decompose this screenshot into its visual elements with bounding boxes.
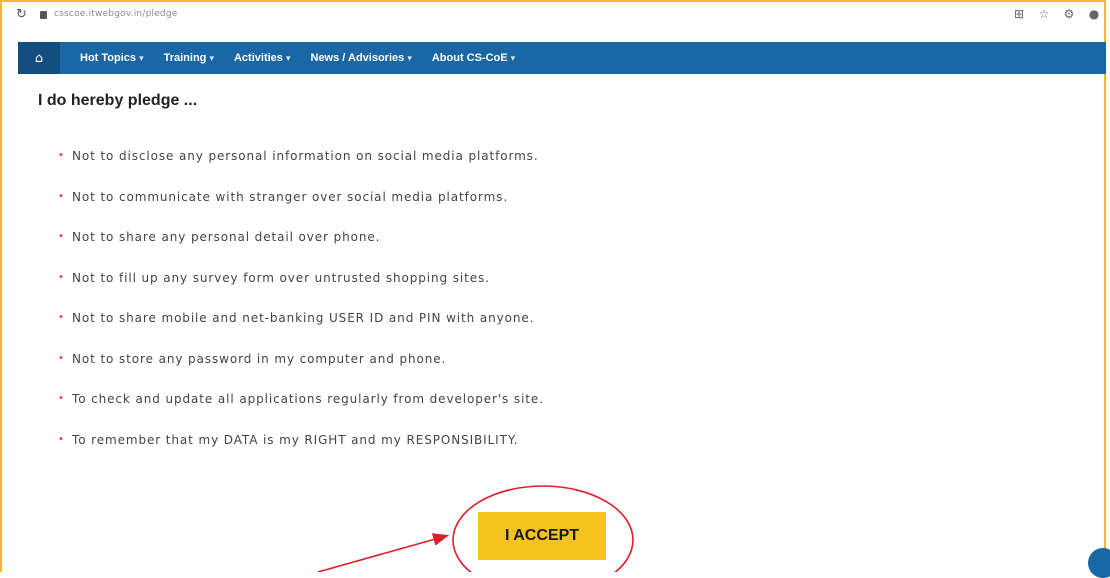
bullet-icon: • — [58, 231, 65, 242]
nav-item-label: Training — [163, 52, 207, 64]
pledge-text: Not to fill up any survey form over untr… — [72, 270, 490, 285]
pledge-text: To remember that my DATA is my RIGHT and… — [72, 432, 519, 447]
pledge-item: • Not to share mobile and net-banking US… — [58, 310, 544, 351]
page-title: I do hereby pledge ... — [38, 92, 198, 109]
url-text[interactable]: csscoe.itwebgov.in/pledge — [54, 9, 177, 19]
install-icon[interactable]: ⊞ — [1013, 7, 1025, 21]
pledge-item: • Not to communicate with stranger over … — [58, 189, 544, 230]
pledge-item: • Not to store any password in my comput… — [58, 351, 544, 392]
extensions-icon[interactable]: ⚙ — [1063, 7, 1075, 21]
nav-activities[interactable]: Activities ▾ — [234, 52, 291, 64]
chevron-down-icon: ▾ — [139, 53, 144, 63]
accept-button[interactable]: I ACCEPT — [478, 512, 606, 560]
home-button[interactable]: ⌂ — [18, 42, 60, 74]
nav-item-label: Hot Topics — [80, 52, 137, 64]
pledge-item: • Not to fill up any survey form over un… — [58, 270, 544, 311]
chat-widget-icon[interactable] — [1088, 548, 1110, 578]
bullet-icon: • — [58, 190, 65, 202]
pledge-text: Not to share any personal detail over ph… — [72, 230, 381, 244]
pledge-item: • To remember that my DATA is my RIGHT a… — [58, 432, 544, 473]
pledge-item: • Not to disclose any personal informati… — [58, 148, 544, 189]
bullet-icon: • — [58, 312, 65, 323]
home-icon: ⌂ — [34, 50, 44, 66]
chevron-down-icon: ▾ — [209, 53, 214, 63]
chevron-down-icon: ▾ — [285, 53, 291, 63]
chevron-down-icon: ▾ — [510, 53, 516, 63]
bullet-icon: • — [58, 433, 65, 445]
nav-item-label: About CS-CoE — [431, 52, 508, 64]
pledge-list: • Not to disclose any personal informati… — [58, 148, 544, 472]
bullet-icon: • — [58, 271, 65, 283]
nav-hot-topics[interactable]: Hot Topics ▾ — [80, 52, 144, 64]
profile-icon[interactable]: ● — [1088, 7, 1100, 21]
pledge-text: Not to disclose any personal information… — [72, 149, 539, 163]
pledge-item: • To check and update all applications r… — [58, 391, 544, 432]
nav-item-label: News / Advisories — [310, 52, 405, 64]
lock-icon[interactable] — [40, 11, 47, 19]
bullet-icon: • — [58, 150, 65, 161]
browser-address-bar: ↻ csscoe.itwebgov.in/pledge ⊞ ☆ ⚙ ● — [2, 2, 1104, 32]
pledge-item: • Not to share any personal detail over … — [58, 229, 544, 270]
pledge-text: To check and update all applications reg… — [72, 392, 544, 406]
pledge-text: Not to communicate with stranger over so… — [72, 189, 509, 204]
reload-icon[interactable]: ↻ — [16, 7, 27, 22]
star-icon[interactable]: ☆ — [1038, 7, 1050, 21]
bullet-icon: • — [58, 393, 65, 404]
main-navigation: ⌂ Hot Topics ▾ Training ▾ Activities ▾ N… — [18, 42, 1106, 74]
nav-about[interactable]: About CS-CoE ▾ — [432, 52, 515, 64]
chevron-down-icon: ▾ — [407, 53, 412, 63]
nav-training[interactable]: Training ▾ — [164, 52, 214, 64]
nav-item-label: Activities — [233, 52, 283, 64]
pledge-text: Not to share mobile and net-banking USER… — [72, 311, 535, 325]
bullet-icon: • — [58, 352, 65, 364]
nav-news-advisories[interactable]: News / Advisories ▾ — [311, 52, 412, 64]
pledge-text: Not to store any password in my computer… — [72, 351, 447, 366]
